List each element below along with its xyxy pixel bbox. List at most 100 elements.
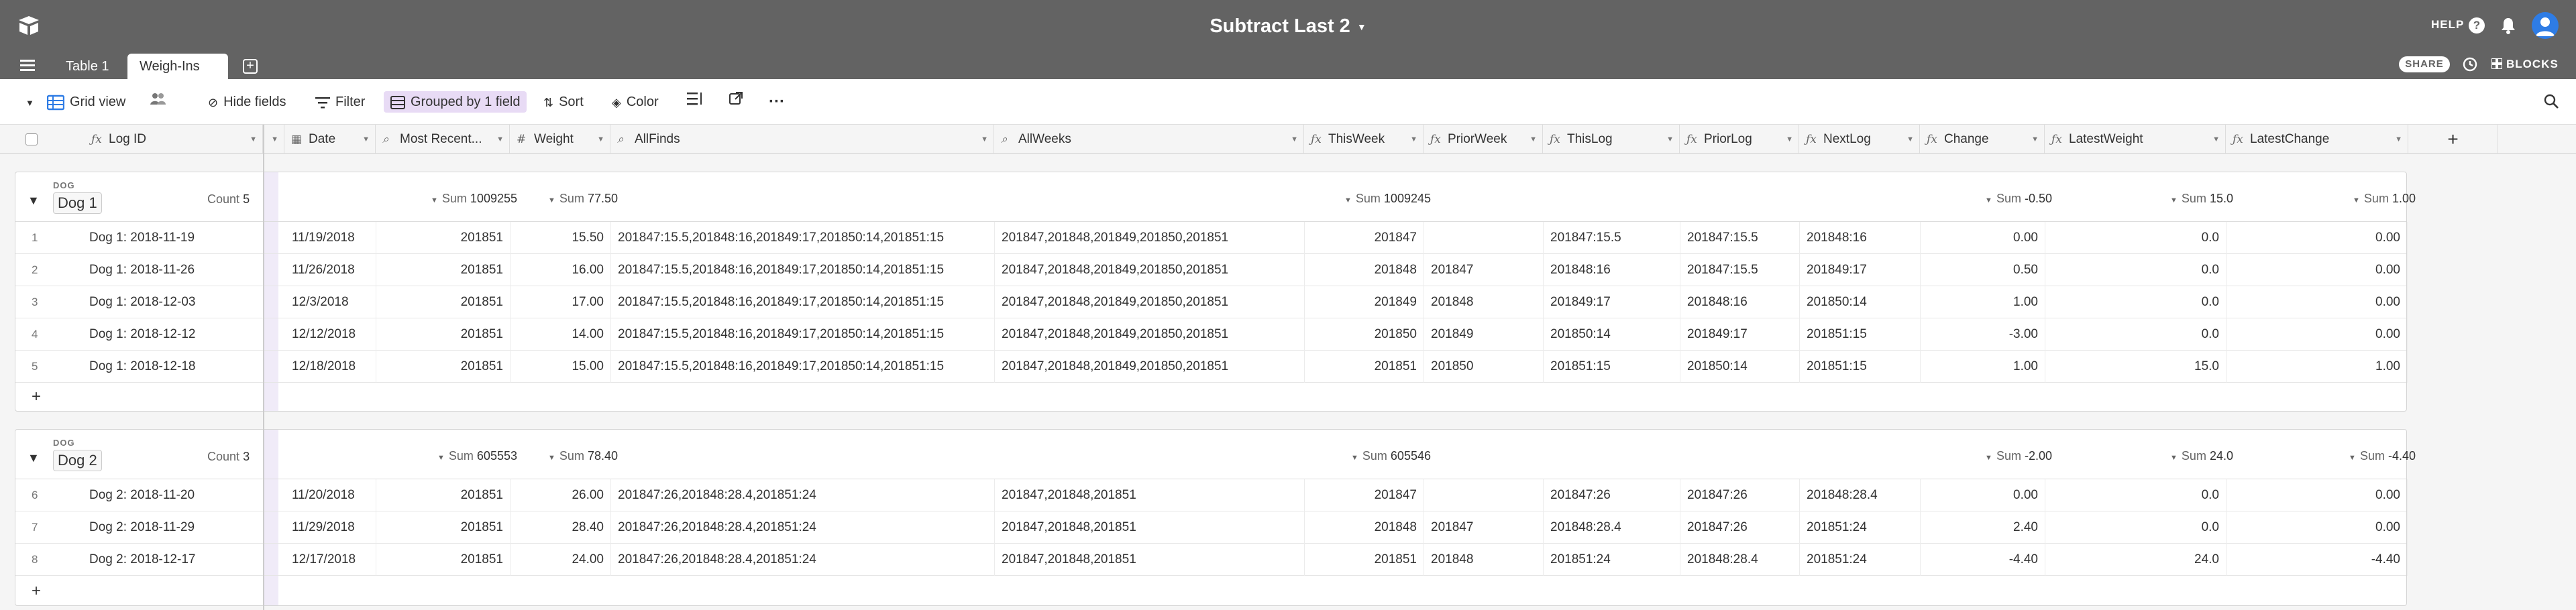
cell-allweeks[interactable]: 201847,201848,201849,201850,201851 bbox=[995, 318, 1305, 351]
cell-log-id[interactable]: Dog 2: 2018-11-20 bbox=[83, 479, 264, 511]
table-row[interactable]: 2 Dog 1: 2018-11-26 11/26/2018 201851 16.00 2… bbox=[15, 254, 2408, 286]
sum-most-recent[interactable]: ▼ Sum 605553 bbox=[391, 447, 517, 465]
chevron-down-icon[interactable]: ▼ bbox=[362, 125, 370, 154]
cell-change[interactable]: 1.00 bbox=[1921, 286, 2045, 318]
chevron-down-icon[interactable]: ▼ bbox=[597, 125, 604, 154]
cell-priorweek[interactable]: 201847 bbox=[1424, 254, 1544, 286]
row-height-icon[interactable] bbox=[687, 91, 703, 113]
chevron-down-icon[interactable]: ▼ bbox=[1410, 125, 1417, 154]
group-button[interactable]: Grouped by 1 field bbox=[384, 91, 527, 113]
filter-button[interactable]: Filter bbox=[315, 91, 365, 113]
cell-thisweek[interactable]: 201848 bbox=[1305, 254, 1424, 286]
chevron-down-icon[interactable]: ▼ bbox=[1907, 125, 1914, 154]
cell-allfinds[interactable]: 201847:26,201848:28.4,201851:24 bbox=[611, 544, 995, 576]
chevron-down-icon[interactable]: ▼ bbox=[1357, 1, 1366, 53]
cell-priorlog[interactable]: 201847:26 bbox=[1680, 479, 1800, 511]
cell-most-recent[interactable]: 201851 bbox=[376, 222, 511, 254]
table-row[interactable]: 4 Dog 1: 2018-12-12 12/12/2018 201851 14.00 2… bbox=[15, 318, 2408, 351]
column-header-thisweek[interactable]: ƒx ThisWeek ▼ bbox=[1304, 125, 1424, 154]
cell-latestweight[interactable]: 0.0 bbox=[2045, 254, 2226, 286]
add-record-button[interactable]: + bbox=[15, 576, 2406, 607]
column-header-allweeks[interactable]: ⌕ AllWeeks ▼ bbox=[994, 125, 1304, 154]
cell-thislog[interactable]: 201849:17 bbox=[1544, 286, 1680, 318]
help-icon[interactable]: ? bbox=[2469, 17, 2485, 34]
cell-thisweek[interactable]: 201849 bbox=[1305, 286, 1424, 318]
cell-allweeks[interactable]: 201847,201848,201849,201850,201851 bbox=[995, 286, 1305, 318]
cell-thislog[interactable]: 201848:16 bbox=[1544, 254, 1680, 286]
column-header-thislog[interactable]: ƒx ThisLog ▼ bbox=[1543, 125, 1680, 154]
cell-nextlog[interactable]: 201848:16 bbox=[1800, 222, 1921, 254]
cell-date[interactable]: 11/20/2018 bbox=[285, 479, 376, 511]
avatar[interactable] bbox=[2532, 12, 2559, 39]
table-row[interactable]: 3 Dog 1: 2018-12-03 12/3/2018 201851 17.00 20… bbox=[15, 286, 2408, 318]
cell-most-recent[interactable]: 201851 bbox=[376, 351, 511, 383]
cell-date[interactable]: 11/29/2018 bbox=[285, 511, 376, 544]
add-record-button[interactable]: + bbox=[15, 381, 2406, 412]
sum-weight[interactable]: ▼ Sum 78.40 bbox=[525, 447, 618, 465]
cell-date[interactable]: 12/18/2018 bbox=[285, 351, 376, 383]
chevron-down-icon[interactable]: ▼ bbox=[1786, 125, 1793, 154]
cell-change[interactable]: 0.00 bbox=[1921, 222, 2045, 254]
table-row[interactable]: 8 Dog 2: 2018-12-17 12/17/2018 201851 24.00 2… bbox=[15, 544, 2408, 576]
chevron-down-icon[interactable]: ▼ bbox=[981, 125, 988, 154]
help-link[interactable]: HELP bbox=[2431, 18, 2464, 32]
tab-table-1[interactable]: Table 1 bbox=[54, 54, 121, 79]
search-icon[interactable] bbox=[2542, 93, 2560, 110]
cell-weight[interactable]: 17.00 bbox=[511, 286, 611, 318]
collaborators-icon[interactable] bbox=[149, 91, 166, 113]
chevron-down-icon[interactable]: ▼ bbox=[1666, 125, 1674, 154]
cell-allfinds[interactable]: 201847:15.5,201848:16,201849:17,201850:1… bbox=[611, 318, 995, 351]
cell-most-recent[interactable]: 201851 bbox=[376, 254, 511, 286]
cell-allweeks[interactable]: 201847,201848,201849,201850,201851 bbox=[995, 254, 1305, 286]
column-header-priorweek[interactable]: ƒx PriorWeek ▼ bbox=[1424, 125, 1543, 154]
cell-latestchange[interactable]: 0.00 bbox=[2226, 254, 2408, 286]
cell-latestweight[interactable]: 0.0 bbox=[2045, 511, 2226, 544]
cell-allfinds[interactable]: 201847:15.5,201848:16,201849:17,201850:1… bbox=[611, 222, 995, 254]
cell-latestweight[interactable]: 0.0 bbox=[2045, 222, 2226, 254]
cell-latestweight[interactable]: 24.0 bbox=[2045, 544, 2226, 576]
more-options-icon[interactable]: ··· bbox=[769, 91, 785, 113]
sum-latestweight[interactable]: ▼ Sum 15.0 bbox=[2060, 190, 2233, 207]
column-header-latestchange[interactable]: ƒx LatestChange ▼ bbox=[2226, 125, 2408, 154]
cell-date[interactable]: 12/3/2018 bbox=[285, 286, 376, 318]
view-switcher[interactable]: Grid view bbox=[47, 91, 125, 113]
cell-most-recent[interactable]: 201851 bbox=[376, 318, 511, 351]
chevron-down-icon[interactable]: ▼ bbox=[1529, 125, 1537, 154]
cell-allfinds[interactable]: 201847:15.5,201848:16,201849:17,201850:1… bbox=[611, 286, 995, 318]
sum-change[interactable]: ▼ Sum -2.00 bbox=[1935, 447, 2052, 465]
cell-allfinds[interactable]: 201847:15.5,201848:16,201849:17,201850:1… bbox=[611, 254, 995, 286]
share-button[interactable]: SHARE bbox=[2399, 56, 2450, 72]
cell-change[interactable]: 2.40 bbox=[1921, 511, 2045, 544]
cell-most-recent[interactable]: 201851 bbox=[376, 479, 511, 511]
collapse-group-icon[interactable]: ▼ bbox=[28, 451, 40, 465]
cell-priorlog[interactable]: 201848:16 bbox=[1680, 286, 1800, 318]
cell-priorweek[interactable] bbox=[1424, 222, 1544, 254]
sum-weight[interactable]: ▼ Sum 77.50 bbox=[525, 190, 618, 207]
cell-thisweek[interactable]: 201847 bbox=[1305, 479, 1424, 511]
cell-priorlog[interactable]: 201849:17 bbox=[1680, 318, 1800, 351]
column-header-most-recent[interactable]: ⌕ Most Recent... ▼ bbox=[376, 125, 510, 154]
cell-allweeks[interactable]: 201847,201848,201851 bbox=[995, 479, 1305, 511]
cell-latestweight[interactable]: 15.0 bbox=[2045, 351, 2226, 383]
add-table-icon[interactable]: + bbox=[243, 59, 258, 74]
cell-weight[interactable]: 16.00 bbox=[511, 254, 611, 286]
blocks-button[interactable]: BLOCKS bbox=[2491, 56, 2559, 72]
cell-date[interactable]: 11/19/2018 bbox=[285, 222, 376, 254]
cell-thisweek[interactable]: 201847 bbox=[1305, 222, 1424, 254]
base-title[interactable]: Subtract Last 2 bbox=[1210, 15, 1350, 37]
cell-most-recent[interactable]: 201851 bbox=[376, 511, 511, 544]
column-header-date[interactable]: ▦ Date ▼ bbox=[284, 125, 376, 154]
history-icon[interactable] bbox=[2462, 56, 2478, 72]
sum-thisweek[interactable]: ▼ Sum 605546 bbox=[1320, 447, 1431, 465]
chevron-down-icon[interactable]: ▼ bbox=[25, 91, 34, 113]
chevron-down-icon[interactable]: ▼ bbox=[2031, 125, 2039, 154]
cell-nextlog[interactable]: 201851:24 bbox=[1800, 511, 1921, 544]
cell-weight[interactable]: 14.00 bbox=[511, 318, 611, 351]
cell-log-id[interactable]: Dog 2: 2018-11-29 bbox=[83, 511, 264, 544]
cell-nextlog[interactable]: 201850:14 bbox=[1800, 286, 1921, 318]
cell-date[interactable]: 12/12/2018 bbox=[285, 318, 376, 351]
cell-allweeks[interactable]: 201847,201848,201849,201850,201851 bbox=[995, 351, 1305, 383]
cell-latestchange[interactable]: 0.00 bbox=[2226, 318, 2408, 351]
column-header-latestweight[interactable]: ƒx LatestWeight ▼ bbox=[2045, 125, 2226, 154]
cell-change[interactable]: 0.50 bbox=[1921, 254, 2045, 286]
